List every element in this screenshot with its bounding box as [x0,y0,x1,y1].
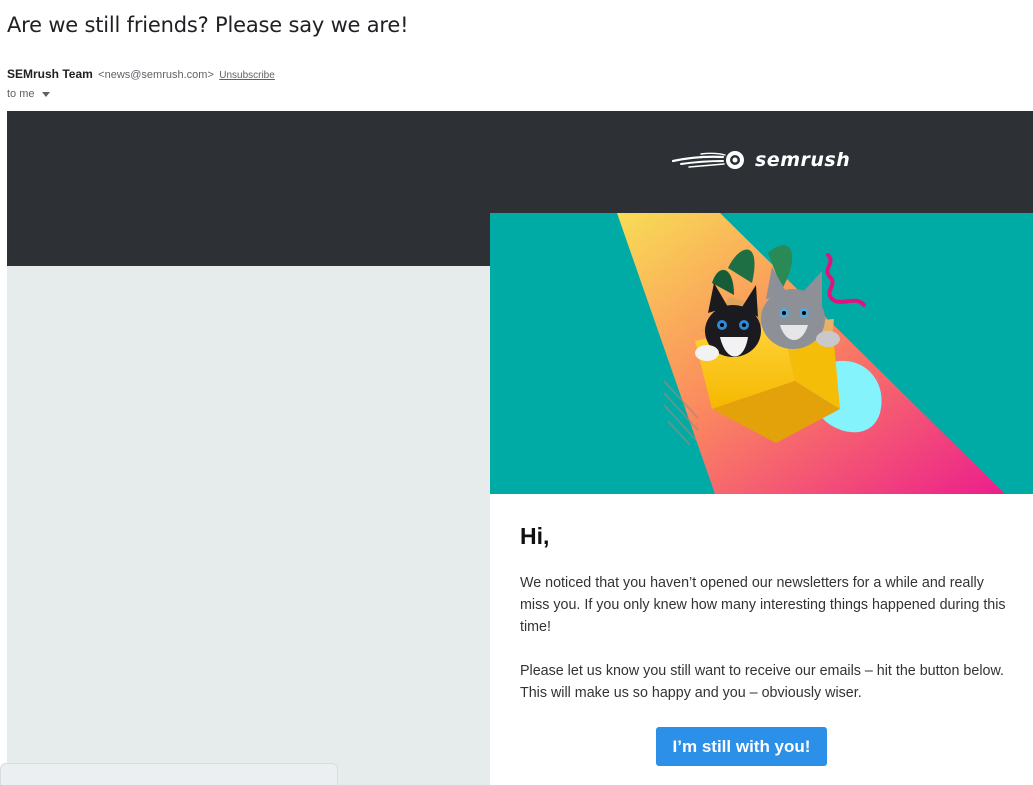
message-paragraph-2: Please let us know you still want to rec… [520,663,1004,701]
sender-name: SEMrush Team [7,67,93,81]
email-body: semrush Hi, We noticed that you haven’t … [7,111,1033,785]
minimized-panel[interactable] [0,763,338,785]
sender-row: SEMrush Team <news@semrush.com> Unsubscr… [7,67,275,81]
message-paragraph-1: We noticed that you haven’t opened our n… [520,575,1006,635]
email-subject: Are we still friends? Please say we are! [7,13,409,37]
greeting-heading: Hi, [520,523,550,549]
hero-illustration [490,213,1033,494]
kittens-in-box-illustration [490,213,1033,494]
chevron-down-icon[interactable] [41,92,50,97]
semrush-wordmark: semrush [755,149,851,171]
semrush-logo[interactable]: semrush [671,149,850,171]
stay-subscribed-button[interactable]: I’m still with you! [656,727,827,766]
newsletter-content: Hi, We noticed that you haven’t opened o… [520,523,1012,726]
newsletter-card: Hi, We noticed that you haven’t opened o… [490,213,1033,785]
recipient-label: to me [7,88,35,100]
unsubscribe-link[interactable]: Unsubscribe [219,70,275,81]
semrush-fireball-icon [671,151,744,169]
sender-email: <news@semrush.com> [98,69,214,81]
recipient-toggle[interactable]: to me [7,88,50,100]
